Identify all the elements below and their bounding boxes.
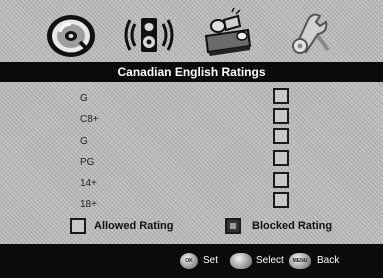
speaker-icon[interactable] (120, 6, 178, 60)
picture-icon[interactable] (198, 6, 256, 60)
rating-checkbox-14plus[interactable] (273, 172, 289, 188)
set-hint-label: Set (203, 255, 219, 266)
rating-checkbox-g-2[interactable] (273, 128, 289, 144)
parental-ratings-screen: Canadian English Ratings G C8+ G PG 14+ … (0, 0, 383, 278)
back-hint-label: Back (317, 255, 340, 266)
rating-label-pg: PG (80, 157, 95, 168)
blocked-rating-swatch (225, 218, 241, 234)
rating-label-g: G (80, 93, 88, 104)
control-hint-bar: OK Set Select MENU Back (0, 244, 383, 278)
select-hint-label: Select (256, 255, 284, 266)
menu-icon-bar (0, 0, 383, 62)
allowed-rating-swatch (70, 218, 86, 234)
blocked-rating-label: Blocked Rating (252, 220, 333, 232)
rating-label-g-2: G (80, 136, 88, 147)
page-title: Canadian English Ratings (0, 62, 383, 82)
rating-label-c8plus: C8+ (80, 114, 99, 125)
disc-icon[interactable] (42, 6, 100, 60)
rating-label-18plus: 18+ (80, 199, 97, 210)
setup-icon[interactable] (278, 6, 336, 60)
menu-button-icon: MENU (289, 253, 311, 269)
allowed-rating-label: Allowed Rating (94, 220, 174, 232)
dpad-icon (230, 253, 252, 269)
rating-checkbox-g[interactable] (273, 88, 289, 104)
rating-label-14plus: 14+ (80, 178, 97, 189)
rating-checkbox-18plus[interactable] (273, 192, 289, 208)
rating-checkbox-pg[interactable] (273, 150, 289, 166)
ok-button-icon: OK (180, 253, 198, 269)
rating-checkbox-c8plus[interactable] (273, 108, 289, 124)
